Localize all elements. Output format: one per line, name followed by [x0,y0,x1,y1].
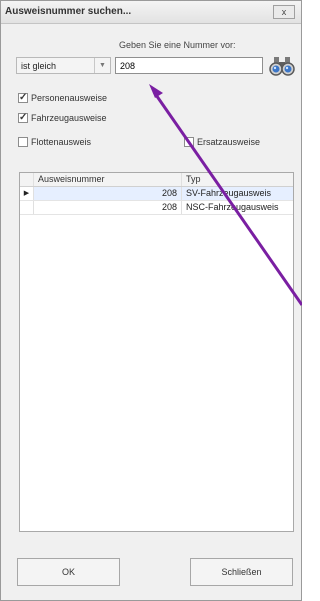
checkbox-replacement[interactable] [184,137,194,147]
filter-fleet[interactable]: Flottenausweis [18,137,91,147]
operator-select-value: ist gleich [21,61,57,71]
filter-personal-label: Personenausweise [31,93,108,103]
table-row[interactable]: 208 NSC-Fahrzeugausweis [20,201,293,215]
dialog-title: Ausweisnummer suchen... [5,6,132,17]
cell-number[interactable]: 208 [34,201,182,214]
row-pointer-icon: ▶ [20,187,34,200]
checkbox-personal[interactable]: ✓ [18,93,28,103]
search-dialog: Ausweisnummer suchen... x Geben Sie eine… [0,0,302,601]
cell-type[interactable]: SV-Fahrzeugausweis [182,187,293,200]
grid-header: Ausweisnummer Typ [20,173,293,187]
column-header-type[interactable]: Typ [182,173,293,186]
column-header-number[interactable]: Ausweisnummer [34,173,182,186]
checkbox-vehicle[interactable]: ✓ [18,113,28,123]
number-input[interactable] [115,57,263,74]
ok-button[interactable]: OK [17,558,120,586]
filter-replacement-label: Ersatzausweise [197,137,261,147]
filter-vehicle[interactable]: ✓ Fahrzeugausweise [18,113,107,123]
cell-type[interactable]: NSC-Fahrzeugausweis [182,201,293,214]
row-selector [20,201,34,214]
title-bar: Ausweisnummer suchen... x [1,1,301,24]
filter-vehicle-label: Fahrzeugausweise [31,113,107,123]
checkbox-fleet[interactable] [18,137,28,147]
filter-replacement[interactable]: Ersatzausweise [184,137,260,147]
row-selector-header [20,173,34,186]
filter-fleet-label: Flottenausweis [31,137,92,147]
table-row[interactable]: ▶ 208 SV-Fahrzeugausweis [20,187,293,201]
operator-select[interactable]: ist gleich ▼ [16,57,111,74]
results-grid[interactable]: Ausweisnummer Typ ▶ 208 SV-Fahrzeugauswe… [19,172,294,532]
binoculars-icon[interactable] [268,55,296,77]
number-prompt-label: Geben Sie eine Nummer vor: [119,40,236,50]
close-window-button[interactable]: x [273,5,295,19]
chevron-down-icon[interactable]: ▼ [94,58,110,73]
close-button[interactable]: Schließen [190,558,293,586]
cell-number[interactable]: 208 [34,187,182,200]
filter-personal[interactable]: ✓ Personenausweise [18,93,107,103]
